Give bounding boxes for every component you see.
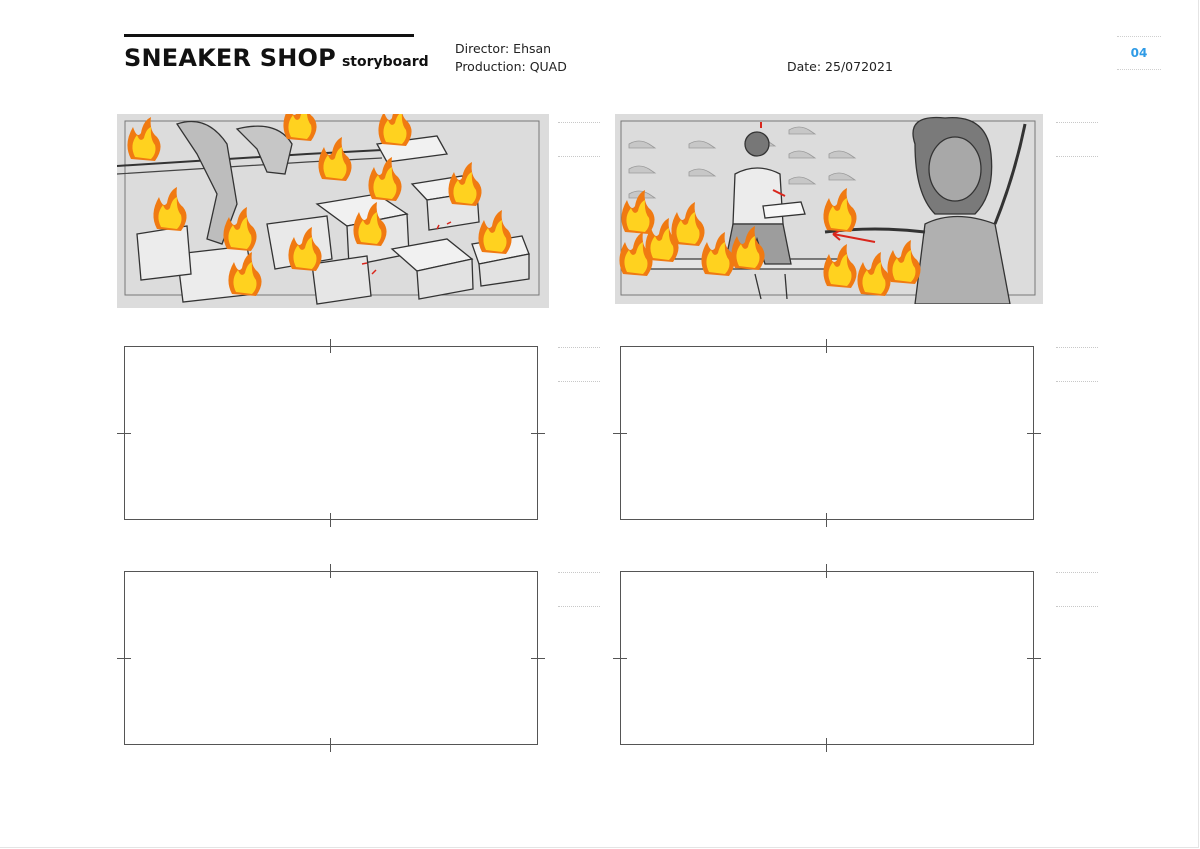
- panel-6-tick-left: [613, 658, 627, 659]
- panel-1-note-line: [558, 122, 600, 123]
- panel-3-tick-top: [330, 339, 331, 353]
- panel-2-illustration: [615, 114, 1043, 304]
- panel-3-tick-left: [117, 433, 131, 434]
- title-main: SNEAKER SHOP: [124, 44, 336, 72]
- panel-6-frame: [620, 571, 1034, 745]
- date-label: Date: 25/072021: [787, 59, 893, 74]
- title-subtitle: storyboard: [341, 54, 429, 70]
- panel-6-note-line: [1056, 572, 1098, 573]
- panel-3-note-line: [558, 381, 600, 382]
- panel-4-frame: [620, 346, 1034, 520]
- panel-1-illustration: [117, 114, 549, 308]
- page-number: 04: [1130, 46, 1148, 60]
- panel-5-frame: [124, 571, 538, 745]
- panel-5-tick-bottom: [330, 738, 331, 752]
- director-label: Director: Ehsan: [455, 41, 552, 56]
- panel-3-frame: [124, 346, 538, 520]
- panel-4-tick-left: [613, 433, 627, 434]
- panel-2-sketch: [615, 114, 1043, 304]
- panel-6-tick-top: [826, 564, 827, 578]
- panel-2-note-line: [1056, 156, 1098, 157]
- panel-4-tick-bottom: [826, 513, 827, 527]
- panel-4-tick-top: [826, 339, 827, 353]
- panel-6-note-line: [1056, 606, 1098, 607]
- panel-4-note-line: [1056, 381, 1098, 382]
- page-number-box: 04: [1117, 36, 1161, 70]
- panel-5-tick-right: [531, 658, 545, 659]
- panel-5-note-line: [558, 572, 600, 573]
- panel-6-tick-bottom: [826, 738, 827, 752]
- production-label: Production: QUAD: [455, 59, 567, 74]
- page-title: SNEAKER SHOP storyboard: [124, 44, 429, 72]
- panel-6-tick-right: [1027, 658, 1041, 659]
- panel-2-note-line: [1056, 122, 1098, 123]
- panel-1-sketch: [117, 114, 549, 308]
- title-rule: [124, 34, 414, 37]
- panel-4-note-line: [1056, 347, 1098, 348]
- panel-3-tick-right: [531, 433, 545, 434]
- panel-5-tick-top: [330, 564, 331, 578]
- panel-3-note-line: [558, 347, 600, 348]
- panel-3-tick-bottom: [330, 513, 331, 527]
- panel-1-note-line: [558, 156, 600, 157]
- panel-5-note-line: [558, 606, 600, 607]
- panel-4-tick-right: [1027, 433, 1041, 434]
- panel-5-tick-left: [117, 658, 131, 659]
